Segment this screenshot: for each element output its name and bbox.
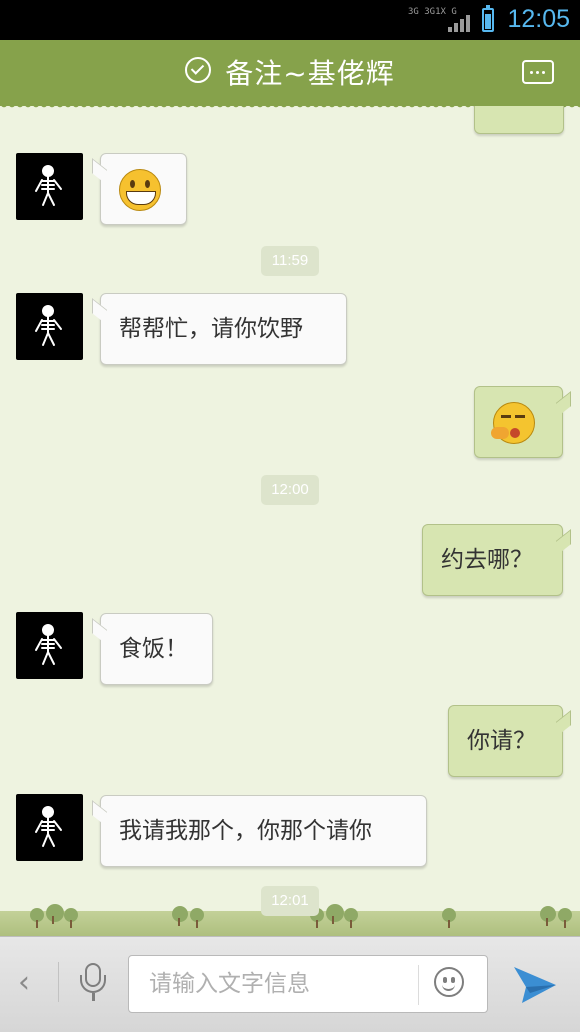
avatar[interactable] [16,153,83,220]
message-bubble-outgoing[interactable] [474,386,563,458]
skeleton-avatar-icon [35,624,62,665]
message-bubble-outgoing[interactable]: 约去哪？ [422,524,563,596]
status-time: 12:05 [507,5,570,33]
skeleton-avatar-icon [35,305,62,346]
tree-icon [30,908,44,928]
microphone-icon[interactable] [80,963,106,1005]
grinning-emoji-icon [119,168,161,211]
dot-icon [536,71,539,74]
avatar[interactable] [16,293,83,360]
tree-icon [442,908,456,928]
send-icon[interactable] [512,963,558,1005]
chat-options-button[interactable] [522,60,554,84]
check-circle-icon [185,57,212,83]
message-bubble-incoming[interactable] [100,153,187,225]
dot-icon [542,71,545,74]
thinking-emoji-icon [491,401,535,444]
page-title: 备注~基佬辉 [225,57,395,90]
message-bubble-outgoing[interactable] [474,106,564,134]
skeleton-avatar-icon [35,806,62,847]
chevron-left-icon[interactable]: ‹ [18,965,30,1000]
tree-icon [558,908,572,928]
message-bubble-outgoing[interactable]: 你请？ [448,705,563,777]
avatar[interactable] [16,794,83,861]
status-bar: 3G 3G1X G 12:05 [0,0,580,40]
signal-icon [448,14,470,32]
emoji-picker-icon[interactable] [434,967,464,997]
tree-icon [64,908,78,928]
tree-icon [326,904,344,924]
message-list[interactable]: 11:59 帮帮忙，请你饮野 12:00 约去哪？ 食饭！ 你请？ 我请我那个，… [0,106,580,936]
input-bar: ‹ 请输入文字信息 [0,936,580,1032]
tree-icon [172,906,188,926]
battery-icon [482,5,494,32]
tree-icon [46,904,64,924]
message-bubble-incoming[interactable]: 帮帮忙，请你饮野 [100,293,347,365]
chat-header: 备注~基佬辉 [0,40,580,112]
divider [418,965,419,1005]
tree-icon [540,906,556,926]
message-bubble-incoming[interactable]: 我请我那个，你那个请你 [100,795,427,867]
header-title-group: 备注~基佬辉 [0,52,580,92]
divider [58,962,59,1002]
tree-icon [344,908,358,928]
timestamp: 12:00 [261,475,319,505]
avatar[interactable] [16,612,83,679]
timestamp: 11:59 [261,246,319,276]
dot-icon [530,71,533,74]
tree-icon [190,908,204,928]
skeleton-avatar-icon [35,165,62,206]
timestamp: 12:01 [261,886,319,916]
message-bubble-incoming[interactable]: 食饭！ [100,613,213,685]
